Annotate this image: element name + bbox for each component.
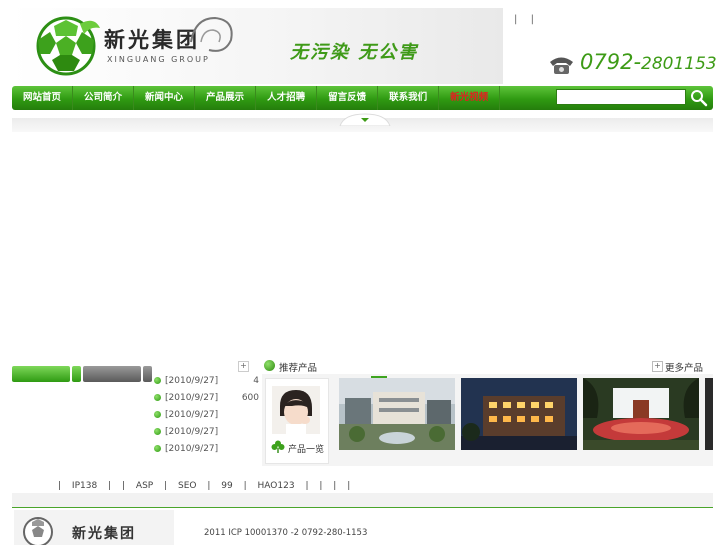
slogan: 无污染 无公害 (290, 42, 419, 63)
footer-link: | (207, 481, 211, 491)
footer-link: | (319, 481, 323, 491)
bullet-icon (154, 377, 161, 384)
nav-item-products[interactable]: 产品展示 (195, 86, 257, 110)
phone-prefix: 0792- (580, 50, 642, 74)
more-products-plus[interactable]: + (652, 361, 663, 372)
nav-item-news[interactable]: 新闻中心 (134, 86, 196, 110)
products-section-icon (264, 360, 275, 371)
more-products-link[interactable]: 更多产品 (665, 360, 703, 374)
footer-links: | IP138 | | ASP | SEO | 99 | HAO123 | | … (58, 481, 358, 491)
footer-link[interactable]: SEO (178, 481, 196, 491)
footer-link: | (164, 481, 168, 491)
footer-copyright: 2011 ICP 10001370 -2 0792-280-1153 (204, 528, 368, 538)
catalog-label[interactable]: 产品一览 (288, 442, 324, 455)
list-item[interactable]: [2010/9/27] ... (154, 440, 280, 457)
footer-divider (12, 507, 713, 508)
product-image-night-building[interactable] (461, 378, 577, 450)
footer-band (12, 493, 713, 507)
footer-link: | (305, 481, 309, 491)
top-link-divider: | (514, 14, 518, 25)
news-more-plus[interactable]: + (238, 361, 249, 372)
footer-link[interactable]: HAO123 (258, 481, 295, 491)
products-title: 推荐产品 (279, 363, 318, 374)
list-item[interactable]: [2010/9/27] 4 ... (154, 372, 280, 389)
nav-item-jobs[interactable]: 人才招聘 (256, 86, 318, 110)
footer-link: | (121, 481, 126, 491)
news-tab-1[interactable] (12, 366, 70, 382)
news-title[interactable]: 4 (225, 376, 259, 386)
product-image-partial[interactable] (705, 378, 713, 450)
phone-main: 2801153 (641, 54, 717, 74)
search-icon[interactable] (688, 88, 710, 107)
footer-link[interactable]: ASP (136, 481, 153, 491)
bullet-icon (154, 445, 161, 452)
phone-icon (550, 57, 573, 74)
product-image-building[interactable] (339, 378, 455, 450)
news-tab-3[interactable] (83, 366, 141, 382)
nav-item-about[interactable]: 公司简介 (73, 86, 135, 110)
nav-item-feedback[interactable]: 留言反馈 (317, 86, 379, 110)
footer-link[interactable]: IP138 (72, 481, 97, 491)
list-item[interactable]: [2010/9/27] ... (154, 406, 280, 423)
news-date: [2010/9/27] (165, 392, 219, 403)
footer-link: | (347, 481, 351, 491)
news-date: [2010/9/27] (165, 443, 219, 454)
nav-item-home[interactable]: 网站首页 (12, 86, 74, 110)
logo-swirl-icon (190, 16, 233, 52)
chevron-down-icon[interactable] (338, 112, 392, 126)
footer-link[interactable]: 99 (221, 481, 232, 491)
footer-logo-icon (23, 517, 53, 547)
bullet-icon (154, 394, 161, 401)
news-date: [2010/9/27] (165, 426, 219, 437)
nav-menu: 网站首页 公司简介 新闻中心 产品展示 人才招聘 留言反馈 联系我们 新光视频 (12, 86, 501, 110)
phone-number: 0792-2801153 (580, 50, 717, 74)
product-image-garden[interactable] (583, 378, 699, 450)
bullet-icon (154, 411, 161, 418)
footer-link: | (333, 481, 337, 491)
news-date: [2010/9/27] (165, 375, 219, 386)
news-list: [2010/9/27] 4 ... [2010/9/27] 600 ... [2… (154, 372, 280, 457)
top-link-divider: | (530, 14, 534, 25)
logo-mark-icon[interactable] (30, 14, 102, 76)
news-tab-4[interactable] (143, 366, 152, 382)
news-date: [2010/9/27] (165, 409, 219, 420)
footer-link: | (58, 481, 62, 491)
footer-link: | (243, 481, 247, 491)
news-tab-2[interactable] (72, 366, 81, 382)
child-photo[interactable] (272, 386, 320, 434)
bullet-icon (154, 428, 161, 435)
top-links: | | (514, 14, 544, 25)
nav-item-contact[interactable]: 联系我们 (378, 86, 440, 110)
news-title[interactable]: 600 (225, 393, 259, 403)
footer-link: | (108, 481, 112, 491)
list-item[interactable]: [2010/9/27] ... (154, 423, 280, 440)
footer-logo-text: 新光集团 (72, 526, 136, 542)
list-item[interactable]: [2010/9/27] 600 ... (154, 389, 280, 406)
clover-icon (271, 440, 285, 453)
search-input[interactable] (556, 89, 686, 105)
news-tabs (12, 366, 154, 382)
nav-item-video[interactable]: 新光视频 (439, 86, 501, 110)
